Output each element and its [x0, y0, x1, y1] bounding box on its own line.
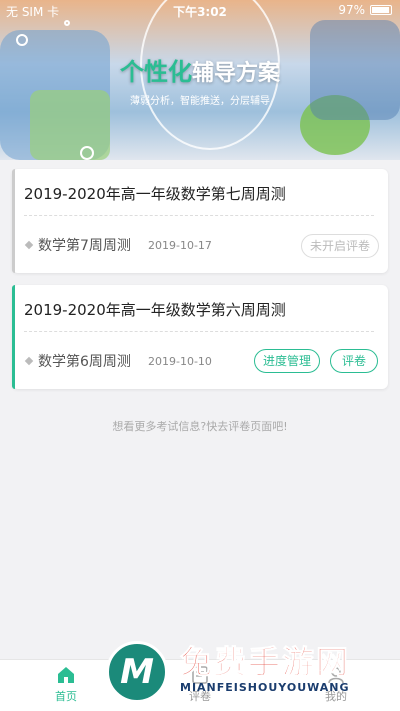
- watermark-title: 免费手游网: [179, 643, 351, 682]
- status-bar: 无 SIM 卡 下午3:02 97%: [0, 0, 400, 20]
- exam-card[interactable]: 2019-2020年高一年级数学第七周周测 数学第7周周测 2019-10-17…: [12, 169, 388, 273]
- grade-button[interactable]: 评卷: [330, 349, 378, 373]
- banner-title: 个性化辅导方案: [0, 52, 400, 87]
- tab-label: 首页: [55, 690, 77, 703]
- exam-title: 2019-2020年高一年级数学第七周周测: [24, 185, 286, 203]
- decor-circle: [16, 34, 28, 46]
- diamond-icon: [24, 356, 34, 366]
- tab-home[interactable]: 首页: [36, 666, 96, 704]
- diamond-icon: [24, 240, 34, 250]
- more-exams-hint: 想看更多考试信息?快去评卷页面吧!: [112, 420, 288, 433]
- battery-icon: [370, 5, 392, 15]
- not-started-grading-button[interactable]: 未开启评卷: [301, 234, 379, 258]
- exam-title: 2019-2020年高一年级数学第六周周测: [24, 301, 286, 319]
- banner-subtitle: 薄弱分析，智能推送，分层辅导: [130, 96, 270, 107]
- banner: 个性化辅导方案 薄弱分析，智能推送，分层辅导: [0, 0, 400, 160]
- exam-date: 2019-10-17: [148, 239, 212, 252]
- divider: [24, 331, 374, 332]
- watermark-logo: M: [106, 641, 168, 703]
- exam-subject: 数学第7周周测: [38, 238, 131, 254]
- exam-date: 2019-10-10: [148, 355, 212, 368]
- watermark-subtitle: MIANFEISHOUYOUWANG: [180, 681, 350, 694]
- decor-circle: [80, 146, 94, 160]
- banner-title-rest: 辅导方案: [191, 61, 280, 86]
- site-watermark: M 免费手游网 MIANFEISHOUYOUWANG: [100, 637, 400, 711]
- progress-manage-button[interactable]: 进度管理: [254, 349, 320, 373]
- decor-circle: [64, 20, 70, 26]
- card-accent-bar: [12, 169, 15, 273]
- banner-title-highlight: 个性化: [119, 58, 192, 86]
- battery-area: 97%: [338, 3, 392, 17]
- battery-percent: 97%: [338, 3, 365, 17]
- home-icon: [58, 667, 74, 683]
- divider: [24, 215, 374, 216]
- exam-subject: 数学第6周周测: [38, 354, 131, 370]
- exam-card[interactable]: 2019-2020年高一年级数学第六周周测 数学第6周周测 2019-10-10…: [12, 285, 388, 389]
- card-accent-bar: [12, 285, 15, 389]
